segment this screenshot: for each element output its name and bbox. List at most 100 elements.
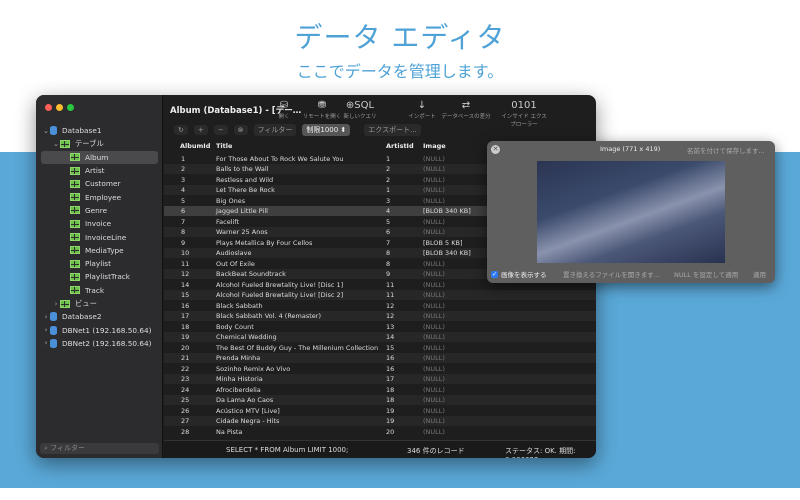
table-cell[interactable]: 8 [386, 260, 390, 268]
column-header[interactable]: AlbumId [180, 142, 210, 150]
table-cell[interactable]: 26 [181, 407, 189, 415]
chevron-icon[interactable]: › [42, 339, 50, 347]
table-cell[interactable]: 2 [386, 165, 390, 173]
table-row[interactable]: 19 Chemical Wedding 14 (NULL) [164, 331, 596, 342]
table-cell[interactable]: 13 [386, 323, 394, 331]
table-cell[interactable]: Prenda Minha [216, 354, 260, 362]
table-cell[interactable]: Warner 25 Anos [216, 228, 268, 236]
table-cell[interactable]: 14 [181, 281, 189, 289]
toolbar-button-3[interactable]: ↓ インポート [397, 100, 447, 120]
table-cell[interactable]: Alcohol Fueled Brewtality Live! [Disc 2] [216, 291, 343, 299]
table-cell[interactable]: 2 [386, 176, 390, 184]
close-window-button[interactable] [45, 104, 52, 111]
sidebar-item-invoiceline[interactable]: InvoiceLine [36, 230, 163, 243]
table-cell[interactable]: (NULL) [423, 218, 445, 226]
table-cell[interactable]: 6 [181, 207, 185, 215]
table-cell[interactable]: Afrociberdelia [216, 386, 261, 394]
table-cell[interactable]: Acústico MTV [Live] [216, 407, 280, 415]
table-cell[interactable]: Plays Metallica By Four Cellos [216, 239, 312, 247]
table-cell[interactable]: Out Of Exile [216, 260, 255, 268]
replace-file-button[interactable]: 置き換えるファイルを開きます... [563, 269, 660, 279]
table-cell[interactable]: 22 [181, 365, 189, 373]
table-cell[interactable]: The Best Of Buddy Guy - The Millenium Co… [216, 344, 378, 352]
table-cell[interactable]: (NULL) [423, 186, 445, 194]
stop-button[interactable]: ⊗ [233, 125, 248, 135]
table-cell[interactable]: Black Sabbath Vol. 4 (Remaster) [216, 312, 321, 320]
table-cell[interactable]: [BLOB 340 KB] [423, 207, 471, 215]
table-cell[interactable]: (NULL) [423, 386, 445, 394]
table-row[interactable]: 15 Alcohol Fueled Brewtality Live! [Disc … [164, 289, 596, 300]
table-cell[interactable]: (NULL) [423, 354, 445, 362]
table-cell[interactable]: 17 [386, 375, 394, 383]
filter-button[interactable]: フィルター [253, 124, 297, 136]
table-cell[interactable]: Na Pista [216, 428, 242, 436]
table-cell[interactable]: 19 [386, 417, 394, 425]
table-cell[interactable]: 21 [181, 354, 189, 362]
table-cell[interactable]: 15 [181, 291, 189, 299]
chevron-icon[interactable]: › [52, 300, 60, 308]
sidebar-item-dbnet2-192-168-50-64-[interactable]: › DBNet2 (192.168.50.64) [36, 337, 163, 350]
table-cell[interactable]: Da Lama Ao Caos [216, 396, 273, 404]
table-cell[interactable]: 6 [386, 228, 390, 236]
table-cell[interactable]: (NULL) [423, 270, 445, 278]
remove-row-button[interactable]: − [213, 125, 228, 135]
table-cell[interactable]: (NULL) [423, 281, 445, 289]
add-row-button[interactable]: + [193, 125, 208, 135]
table-cell[interactable]: 23 [181, 375, 189, 383]
table-cell[interactable]: 11 [386, 281, 394, 289]
table-cell[interactable]: (NULL) [423, 228, 445, 236]
table-cell[interactable]: (NULL) [423, 312, 445, 320]
table-cell[interactable]: [BLOB 340 KB] [423, 249, 471, 257]
table-cell[interactable]: 19 [386, 407, 394, 415]
sidebar-item-customer[interactable]: Customer [36, 177, 163, 190]
toolbar-button-4[interactable]: ⇄ データベースの差分 [441, 100, 491, 120]
table-cell[interactable]: 10 [181, 249, 189, 257]
sidebar-item-dbnet1-192-168-50-64-[interactable]: › DBNet1 (192.168.50.64) [36, 323, 163, 336]
sidebar-item-genre[interactable]: Genre [36, 204, 163, 217]
table-cell[interactable]: For Those About To Rock We Salute You [216, 155, 344, 163]
table-row[interactable]: 22 Sozinho Remix Ao Vivo 16 (NULL) [164, 363, 596, 374]
table-cell[interactable]: Body Count [216, 323, 254, 331]
sidebar-item--[interactable]: ⌄ テーブル [36, 137, 163, 150]
table-cell[interactable]: (NULL) [423, 155, 445, 163]
table-cell[interactable]: 5 [386, 218, 390, 226]
table-row[interactable]: 24 Afrociberdelia 18 (NULL) [164, 384, 596, 395]
apply-button[interactable]: 適用 [753, 269, 766, 279]
table-row[interactable]: 18 Body Count 13 (NULL) [164, 321, 596, 332]
table-cell[interactable]: (NULL) [423, 165, 445, 173]
table-cell[interactable]: 16 [386, 365, 394, 373]
table-cell[interactable]: 12 [386, 312, 394, 320]
table-cell[interactable]: Sozinho Remix Ao Vivo [216, 365, 290, 373]
table-cell[interactable]: 18 [386, 386, 394, 394]
table-cell[interactable]: (NULL) [423, 302, 445, 310]
table-cell[interactable]: 1 [386, 186, 390, 194]
table-cell[interactable]: 1 [386, 155, 390, 163]
toolbar-button-5[interactable]: 0101 インサイド エクスプローラー [499, 100, 549, 128]
sidebar-item-database2[interactable]: › Database2 [36, 310, 163, 323]
table-cell[interactable]: 16 [386, 354, 394, 362]
table-row[interactable]: 27 Cidade Negra - Hits 19 (NULL) [164, 415, 596, 426]
toolbar-button-2[interactable]: ⊕SQL 新しいクエリ [335, 100, 385, 120]
table-cell[interactable]: 8 [181, 228, 185, 236]
table-cell[interactable]: (NULL) [423, 428, 445, 436]
table-cell[interactable]: 7 [386, 239, 390, 247]
sidebar-item-playlisttrack[interactable]: PlaylistTrack [36, 270, 163, 283]
sidebar-item--[interactable]: › ビュー [36, 297, 163, 310]
table-cell[interactable]: Facelift [216, 218, 239, 226]
table-row[interactable]: 21 Prenda Minha 16 (NULL) [164, 352, 596, 363]
export-button[interactable]: エクスポート... [364, 124, 421, 136]
table-cell[interactable]: 9 [386, 270, 390, 278]
table-cell[interactable]: 4 [181, 186, 185, 194]
table-cell[interactable]: 18 [181, 323, 189, 331]
refresh-button[interactable]: ↻ [174, 125, 188, 135]
table-cell[interactable]: 4 [386, 207, 390, 215]
table-cell[interactable]: 9 [181, 239, 185, 247]
table-cell[interactable]: (NULL) [423, 407, 445, 415]
table-cell[interactable]: 20 [181, 344, 189, 352]
table-cell[interactable]: 15 [386, 344, 394, 352]
table-cell[interactable]: (NULL) [423, 333, 445, 341]
table-cell[interactable]: Audioslave [216, 249, 252, 257]
table-row[interactable]: 20 The Best Of Buddy Guy - The Millenium … [164, 342, 596, 353]
sidebar-item-mediatype[interactable]: MediaType [36, 244, 163, 257]
table-cell[interactable]: 8 [386, 249, 390, 257]
